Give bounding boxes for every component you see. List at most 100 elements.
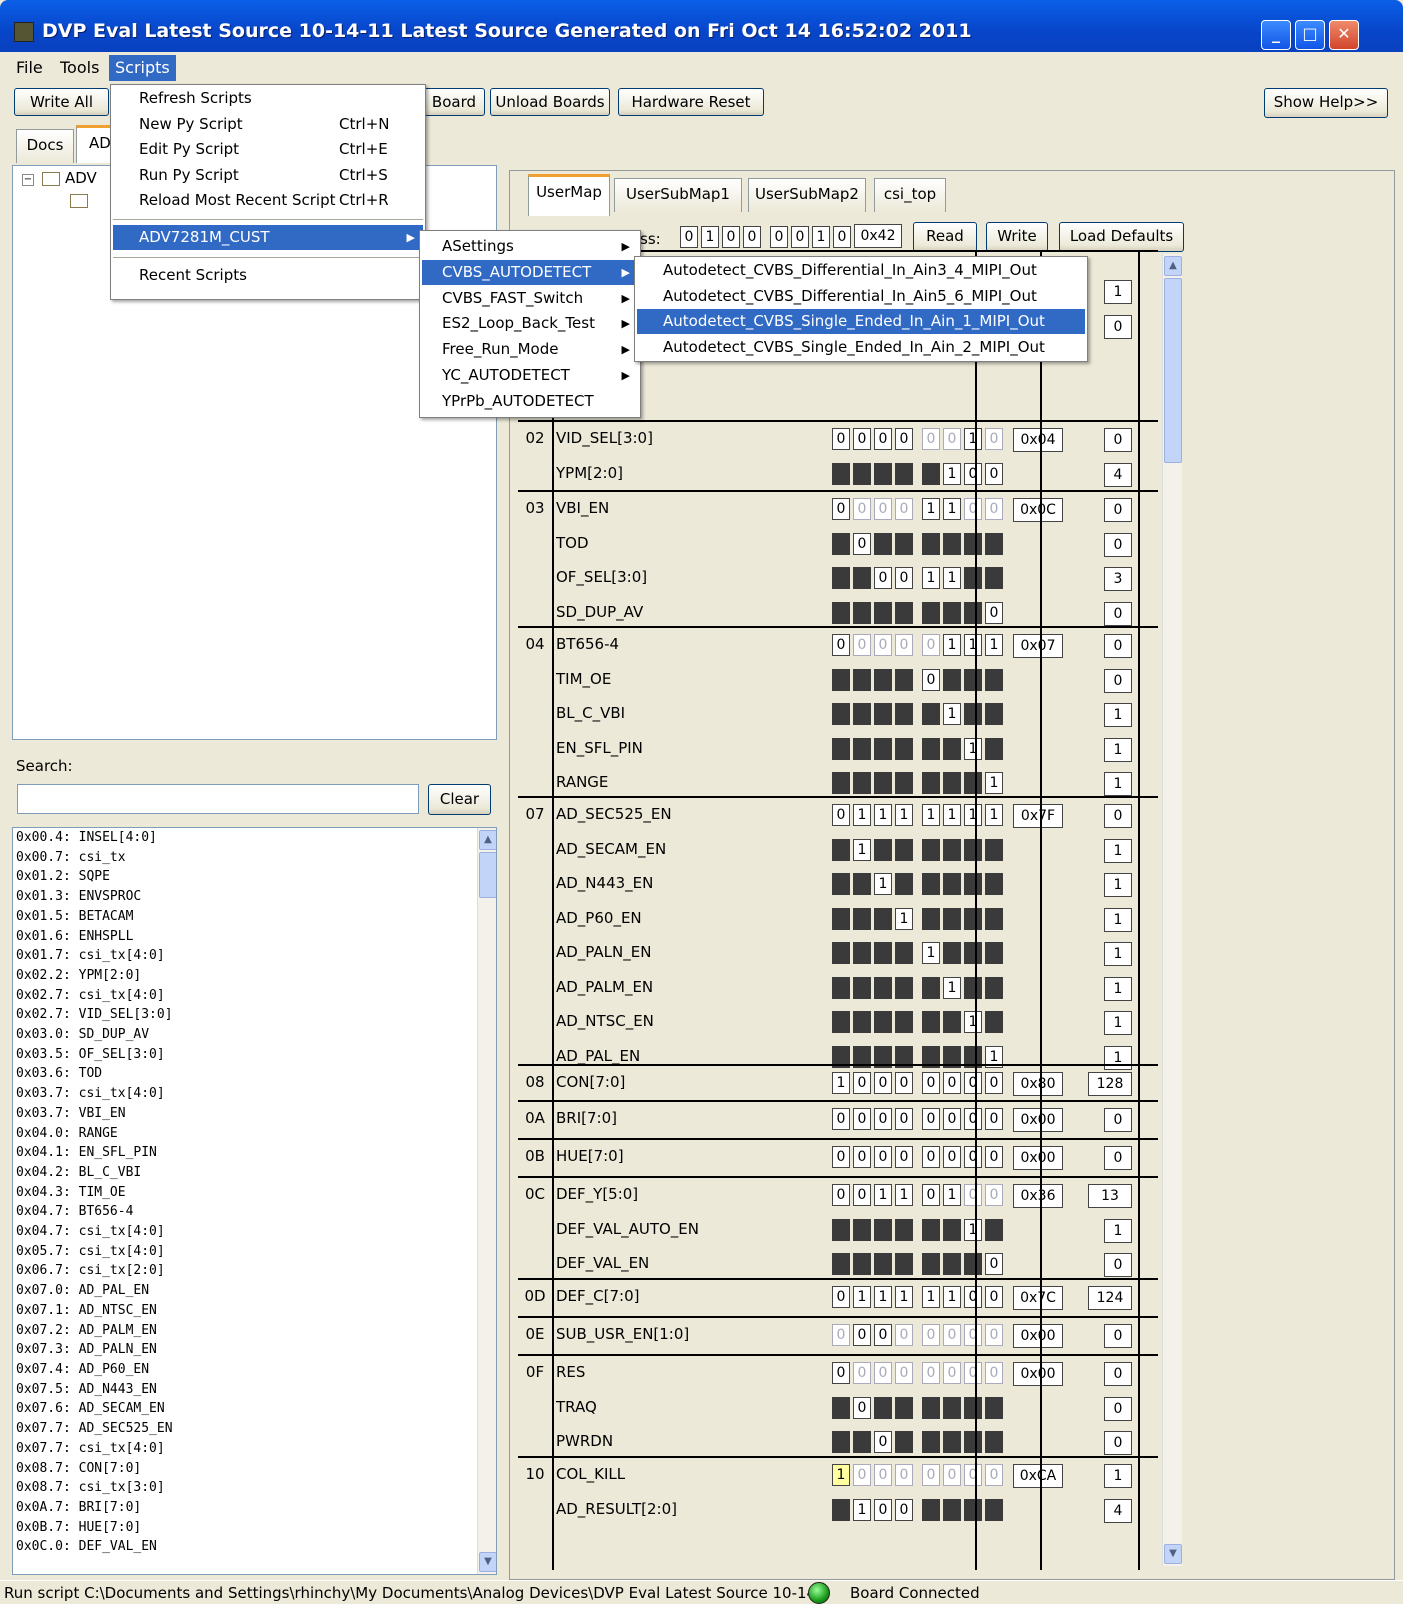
tab-csi_top[interactable]: csi_top [874, 178, 946, 212]
bit-toggle[interactable] [922, 907, 940, 930]
menu-item-yc_autodetect[interactable]: YC_AUTODETECT ▶ [422, 363, 638, 388]
bit-toggle[interactable] [874, 703, 892, 725]
address-bit[interactable]: 1 [812, 226, 830, 248]
menu-item[interactable]: Run Py Script Ctrl+S [113, 163, 423, 188]
register-hex[interactable]: 0x80 [1013, 1072, 1063, 1096]
write-button[interactable]: Write [986, 222, 1048, 252]
field-value[interactable]: 0 [1104, 1324, 1132, 1348]
field-value[interactable]: 1 [1104, 772, 1132, 796]
bit-toggle[interactable]: 1 [832, 1464, 850, 1486]
bit-toggle[interactable] [985, 1011, 1003, 1033]
collapse-icon[interactable]: − [22, 174, 34, 186]
field-value[interactable]: 0 [1104, 601, 1132, 626]
bit-toggle[interactable]: 0 [832, 1108, 850, 1130]
menu-tools[interactable]: Tools [54, 58, 105, 84]
field-value[interactable]: 0 [1104, 1431, 1132, 1455]
bit-toggle[interactable]: 0 [943, 1108, 961, 1130]
list-item[interactable]: 0x0C.0: DEF_VAL_EN [13, 1537, 496, 1557]
bit-toggle[interactable]: 1 [964, 1011, 982, 1033]
bit-toggle[interactable]: 1 [895, 804, 913, 826]
clear-button[interactable]: Clear [428, 784, 491, 815]
bit-toggle[interactable]: 1 [922, 1286, 940, 1308]
bit-toggle[interactable]: 0 [922, 1072, 940, 1094]
field-value[interactable]: 1 [1104, 942, 1132, 966]
list-item[interactable]: 0x00.7: csi_tx [13, 848, 496, 868]
bit-toggle[interactable] [874, 601, 892, 624]
menu-item-cvbs_autodetect[interactable]: CVBS_AUTODETECT ▶ [422, 259, 638, 285]
register-hex[interactable]: 0x0C [1013, 498, 1063, 522]
bit-toggle[interactable] [985, 1396, 1003, 1419]
menu-item-yprpb_autodetect[interactable]: YPrPb_AUTODETECT [422, 389, 638, 414]
bit-toggle[interactable]: 0 [853, 428, 871, 450]
bit-toggle[interactable]: 0 [853, 1464, 871, 1486]
bit-toggle[interactable]: 0 [922, 1108, 940, 1130]
bit-toggle[interactable] [874, 737, 892, 760]
field-value[interactable]: 13 [1088, 1184, 1132, 1208]
list-item[interactable]: 0x01.3: ENVSPROC [13, 887, 496, 907]
bit-toggle[interactable]: 0 [943, 1072, 961, 1094]
bit-toggle[interactable]: 1 [964, 804, 982, 826]
bit-toggle[interactable] [832, 532, 850, 555]
bit-toggle[interactable] [943, 668, 961, 691]
bit-toggle[interactable] [943, 1253, 961, 1275]
field-value[interactable]: 0 [1104, 668, 1132, 693]
bit-toggle[interactable] [832, 703, 850, 725]
bit-toggle[interactable] [964, 772, 982, 794]
maximize-button[interactable]: □ [1295, 20, 1325, 50]
bit-toggle[interactable]: 0 [895, 634, 913, 656]
scroll-thumb[interactable] [479, 852, 496, 898]
bit-toggle[interactable] [874, 942, 892, 964]
list-item[interactable]: 0x00.4: INSEL[4:0] [13, 828, 496, 848]
bit-toggle[interactable] [922, 838, 940, 861]
list-item[interactable]: 0x07.5: AD_N443_EN [13, 1380, 496, 1400]
bit-toggle[interactable]: 0 [853, 1072, 871, 1094]
list-item[interactable]: 0x04.3: TIM_OE [13, 1183, 496, 1203]
bit-toggle[interactable]: 1 [874, 1184, 892, 1206]
bit-toggle[interactable]: 0 [943, 1362, 961, 1384]
bit-toggle[interactable]: 1 [943, 1184, 961, 1206]
bit-toggle[interactable]: 0 [985, 1184, 1003, 1206]
bit-toggle[interactable]: 0 [832, 634, 850, 656]
bit-toggle[interactable] [832, 873, 850, 895]
bit-toggle[interactable]: 0 [985, 601, 1003, 624]
bit-toggle[interactable] [874, 976, 892, 999]
bit-toggle[interactable]: 0 [874, 1072, 892, 1094]
list-item[interactable]: 0x07.1: AD_NTSC_EN [13, 1301, 496, 1321]
bit-toggle[interactable] [922, 976, 940, 999]
bit-toggle[interactable]: 0 [964, 498, 982, 520]
menu-item-autodetect-script[interactable]: Autodetect_CVBS_Differential_In_Ain5_6_M… [637, 284, 1085, 309]
bit-toggle[interactable]: 0 [895, 1108, 913, 1130]
bit-toggle[interactable]: 0 [922, 1324, 940, 1346]
list-item[interactable]: 0x03.6: TOD [13, 1064, 496, 1084]
bit-toggle[interactable] [943, 1498, 961, 1521]
write-all-button[interactable]: Write All [14, 88, 109, 116]
bit-toggle[interactable]: 0 [964, 1286, 982, 1308]
bit-toggle[interactable] [853, 1011, 871, 1033]
bit-toggle[interactable] [895, 1253, 913, 1275]
bit-toggle[interactable]: 0 [874, 1324, 892, 1346]
bit-toggle[interactable] [853, 772, 871, 794]
bit-toggle[interactable]: 0 [895, 1362, 913, 1384]
bit-toggle[interactable]: 0 [832, 1324, 850, 1346]
bit-toggle[interactable]: 0 [895, 567, 913, 589]
address-bit[interactable]: 0 [791, 226, 809, 248]
list-item[interactable]: 0x01.7: csi_tx[4:0] [13, 946, 496, 966]
menu-scripts[interactable]: Scripts [109, 55, 176, 81]
bit-toggle[interactable]: 1 [943, 567, 961, 589]
bit-toggle[interactable]: 0 [985, 1286, 1003, 1308]
bit-toggle[interactable]: 0 [853, 1396, 871, 1419]
bit-toggle[interactable]: 0 [985, 1324, 1003, 1346]
bit-toggle[interactable] [895, 737, 913, 760]
bit-toggle[interactable] [832, 1498, 850, 1521]
bit-toggle[interactable]: 1 [985, 772, 1003, 794]
bit-toggle[interactable] [853, 942, 871, 964]
bit-toggle[interactable]: 1 [853, 1498, 871, 1521]
bit-toggle[interactable] [964, 1253, 982, 1275]
menu-item-adv7281m-cust[interactable]: ADV7281M_CUST ▶ [113, 225, 423, 250]
bit-toggle[interactable]: 1 [943, 634, 961, 656]
bit-toggle[interactable]: 0 [832, 498, 850, 520]
bit-toggle[interactable] [832, 567, 850, 589]
bit-toggle[interactable]: 0 [985, 498, 1003, 520]
menu-item-recent-scripts[interactable]: Recent Scripts [113, 263, 423, 288]
field-value[interactable]: 3 [1104, 567, 1132, 591]
